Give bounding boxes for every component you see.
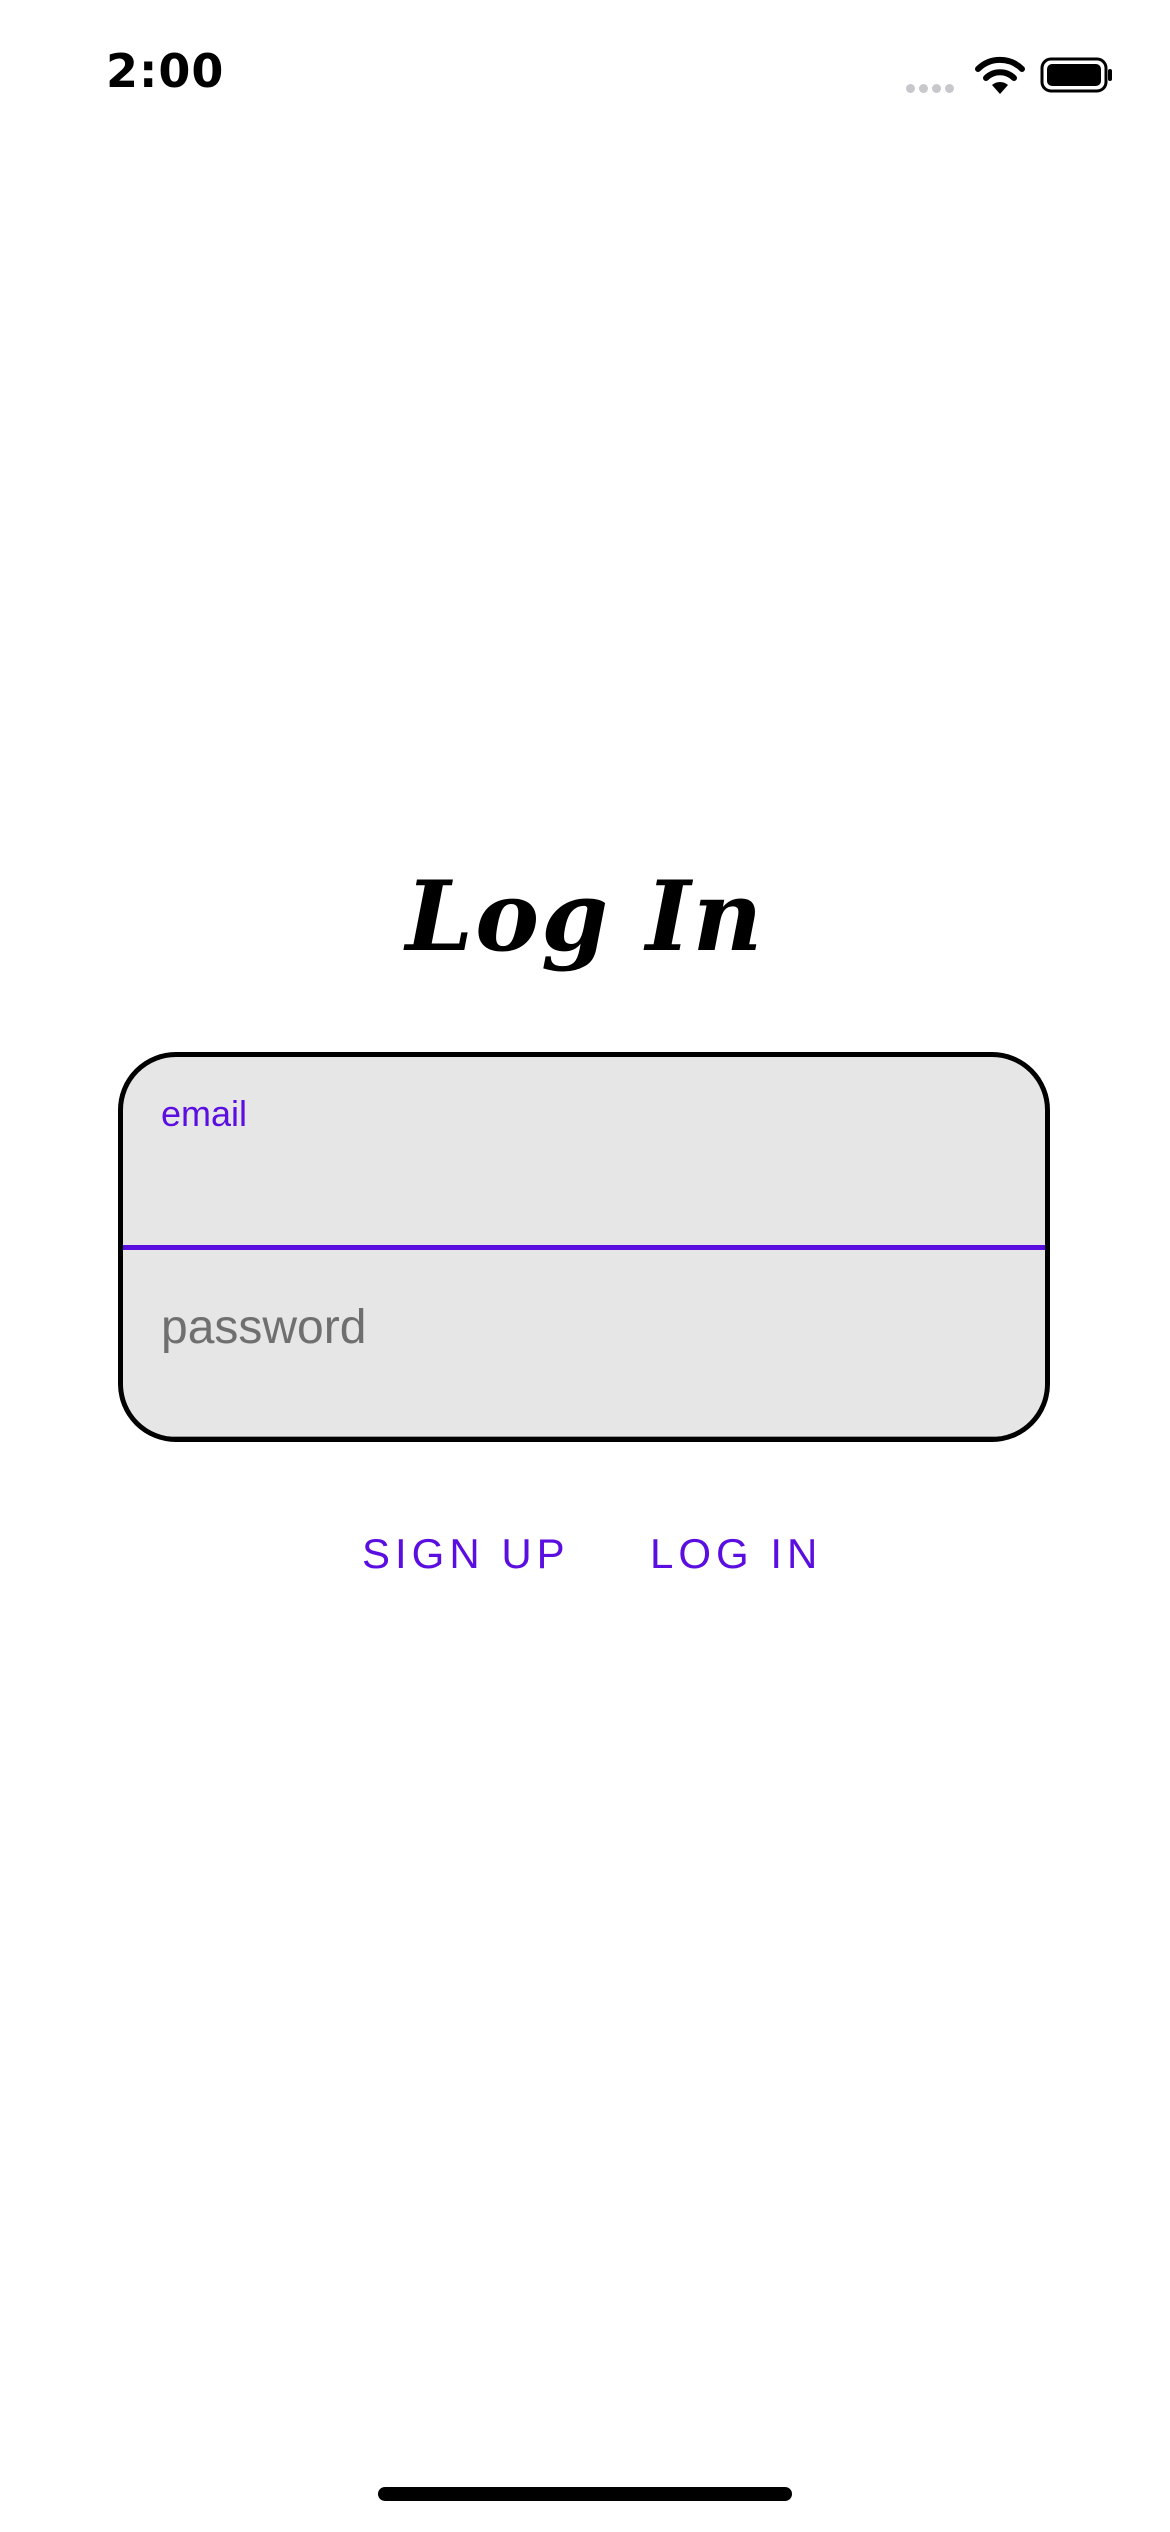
home-indicator[interactable] <box>378 2487 792 2501</box>
email-input[interactable] <box>123 1057 1045 1252</box>
email-field[interactable]: email <box>123 1057 1045 1252</box>
login-form-card: email password <box>118 1052 1050 1442</box>
wifi-icon <box>975 56 1025 94</box>
sign-up-button[interactable]: SIGN UP <box>362 1530 570 1578</box>
status-bar: 2:00 <box>0 0 1170 150</box>
battery-icon <box>1040 57 1112 93</box>
page-title: Log In <box>405 860 765 973</box>
cellular-signal-icon <box>906 80 958 98</box>
password-input[interactable] <box>123 1250 1045 1437</box>
status-time: 2:00 <box>106 44 225 98</box>
log-in-button[interactable]: LOG IN <box>650 1530 822 1578</box>
password-field[interactable]: password <box>123 1250 1045 1437</box>
password-field-underline <box>123 1436 1045 1437</box>
action-buttons: SIGN UP LOG IN <box>0 1530 1170 1590</box>
